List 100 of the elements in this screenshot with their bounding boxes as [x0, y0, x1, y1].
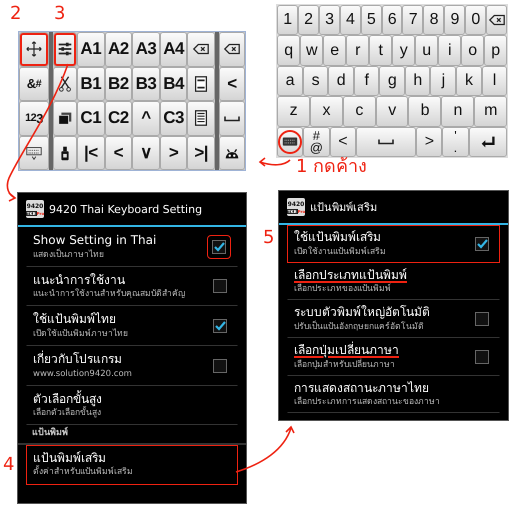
keyboard-key[interactable]: >: [160, 136, 188, 170]
keyboard-key[interactable]: 6: [382, 5, 402, 36]
keyboard-key[interactable]: B3: [132, 66, 160, 101]
keyboard-key[interactable]: 5: [360, 5, 382, 36]
keyboard-key[interactable]: >: [416, 126, 442, 158]
keyboard-key[interactable]: C2: [104, 101, 132, 136]
keyboard-key[interactable]: <: [104, 136, 132, 170]
keyboard-key[interactable]: 9: [444, 5, 466, 36]
keyboard-key[interactable]: y: [392, 35, 415, 66]
keyboard-key[interactable]: w: [300, 35, 323, 66]
keyboard-key[interactable]: e: [323, 35, 346, 66]
keyboard-key[interactable]: [53, 136, 77, 170]
keyboard-key[interactable]: [486, 5, 507, 36]
keyboard-key[interactable]: [53, 32, 77, 66]
keyboard-key[interactable]: [19, 32, 49, 66]
keyboard-key[interactable]: ^: [132, 101, 160, 136]
keyboard-key[interactable]: f: [354, 66, 380, 96]
item-title: ตัวเลือกขั้นสูง: [33, 392, 103, 406]
checkbox[interactable]: [213, 279, 227, 294]
checkbox[interactable]: [475, 350, 489, 364]
keyboard-key[interactable]: o: [461, 35, 484, 66]
keyboard-key[interactable]: A2: [104, 32, 132, 66]
checkbox[interactable]: [475, 312, 489, 326]
settings-item[interactable]: ตัวเลือกขั้นสูง เลือกตัวเลือกขั้นสูง: [26, 386, 238, 426]
keyboard-key[interactable]: B2: [104, 66, 132, 101]
keyboard-key[interactable]: d: [328, 66, 354, 96]
keyboard-key[interactable]: # @: [303, 126, 330, 158]
keyboard-key[interactable]: t: [369, 35, 392, 66]
keyboard-key[interactable]: ∨: [132, 136, 160, 170]
keyboard-key[interactable]: 7: [402, 5, 424, 36]
keyboard-key[interactable]: i: [438, 35, 461, 66]
keyboard-key[interactable]: u: [415, 35, 438, 66]
item-subtitle: เปิดใช้แป้นพิมพ์ภาษาไทย: [33, 328, 129, 340]
keyboard-key[interactable]: j: [430, 66, 456, 96]
item-subtitle: เลือกปุ่มสำหรับเปลี่ยนภาษา: [294, 360, 396, 371]
keyboard-key[interactable]: c: [342, 96, 376, 127]
keyboard-key[interactable]: [53, 101, 77, 136]
keyboard-key[interactable]: r: [346, 35, 369, 66]
keyboard-key[interactable]: v: [376, 96, 408, 127]
keyboard-key[interactable]: n: [441, 96, 474, 127]
keyboard-key[interactable]: a: [277, 66, 303, 96]
settings-item[interactable]: แนะนำการใช้งาน แนะนำการใช้งานสำหรับคุณสมบัติสำคัญ: [26, 266, 238, 306]
item-title: ใช้แป้นพิมพ์ไทย: [33, 312, 117, 328]
keyboard-key[interactable]: <: [330, 126, 356, 158]
keyboard-key[interactable]: 2: [298, 5, 319, 36]
keyboard-key[interactable]: k: [456, 66, 482, 96]
keyboard-key[interactable]: 0: [465, 5, 486, 36]
window-title: 9420 Thai Keyboard Setting: [49, 202, 202, 216]
keyboard-key[interactable]: 8: [423, 5, 444, 36]
settings-item[interactable]: ระบบตัวพิมพ์ใหญ่อัตโนมัติ ปรับเป็นแป้นอังกฤษยกแคร์อัตโนมัติ: [287, 300, 500, 338]
keyboard-key[interactable]: p: [484, 35, 507, 66]
keyboard-key[interactable]: A1: [77, 32, 105, 66]
keyboard-key[interactable]: >|: [187, 136, 215, 170]
keyboard-key[interactable]: 3: [318, 5, 340, 36]
keyboard-key[interactable]: B1: [77, 66, 105, 101]
checkbox[interactable]: [213, 319, 227, 334]
settings-item[interactable]: แป้นพิมพ์เสริม ตั้งค่าสำหรับแป้นพิมพ์เสริม: [26, 444, 238, 485]
keyboard-key[interactable]: A3: [132, 32, 160, 66]
settings-item[interactable]: Show Setting in Thai แสดงเป็นภาษาไทย: [26, 227, 238, 267]
scissors-icon: [56, 74, 74, 93]
keyboard-key[interactable]: 4: [340, 5, 361, 36]
checkbox[interactable]: [213, 358, 227, 373]
settings-item[interactable]: เลือกประเภทแป้นพิมพ์ เลือกประเภทของแป้นพิมพ์: [287, 262, 500, 300]
item-title: เลือกปุ่มเปลี่ยนภาษา: [294, 342, 400, 358]
keyboard-key[interactable]: [19, 136, 49, 170]
keyboard-key[interactable]: [219, 136, 245, 170]
keyboard-key[interactable]: C3: [160, 101, 188, 136]
keyboard-key[interactable]: g: [379, 66, 405, 96]
keyboard-key[interactable]: [219, 32, 245, 66]
annotation-arrow: [236, 426, 295, 473]
checkbox[interactable]: [212, 240, 226, 254]
keyboard-key[interactable]: h: [404, 66, 430, 96]
settings-item[interactable]: เกี่ยวกับโปรแกรม www.solution9420.com: [26, 346, 238, 386]
keyboard-key[interactable]: <: [219, 66, 245, 101]
settings-item[interactable]: ใช้แป้นพิมพ์เสริม เปิดใช้งานแป้นพิมพ์เสริม: [287, 225, 500, 263]
settings-item[interactable]: เลือกปุ่มเปลี่ยนภาษา เลือกปุ่มสำหรับเปลี่ยนภาษา: [287, 338, 500, 376]
keyboard-key[interactable]: [53, 66, 77, 101]
keyboard-key[interactable]: z: [277, 96, 310, 127]
keyboard-key[interactable]: [187, 32, 215, 66]
keyboard-key[interactable]: m: [474, 96, 508, 127]
keyboard-key[interactable]: s: [302, 66, 328, 96]
keyboard-key[interactable]: 1: [277, 5, 298, 36]
keyboard-key[interactable]: [187, 66, 215, 101]
keyboard-key[interactable]: A4: [160, 32, 188, 66]
keyboard-key[interactable]: [468, 126, 507, 158]
keyboard-key[interactable]: [219, 101, 245, 136]
keyboard-key[interactable]: ' .: [442, 126, 469, 158]
keyboard-key[interactable]: C1: [77, 101, 105, 136]
keyboard-key[interactable]: |<: [77, 136, 105, 170]
step-label: 2: [10, 5, 22, 23]
keyboard-key[interactable]: b: [408, 96, 442, 127]
settings-item[interactable]: ใช้แป้นพิมพ์ไทย เปิดใช้แป้นพิมพ์ภาษาไทย: [26, 306, 238, 346]
checkbox[interactable]: [475, 236, 489, 251]
keyboard-key[interactable]: B4: [160, 66, 188, 101]
keyboard-key[interactable]: [187, 101, 215, 136]
keyboard-key[interactable]: l: [482, 66, 508, 96]
keyboard-key[interactable]: q: [277, 35, 300, 66]
settings-item[interactable]: การแสดงสถานะภาษาไทย เลือกประเภทการแสดงสถานะของภาษา: [287, 376, 500, 414]
keyboard-key[interactable]: x: [310, 96, 343, 127]
section-header: แป้นพิมพ์: [18, 425, 246, 445]
